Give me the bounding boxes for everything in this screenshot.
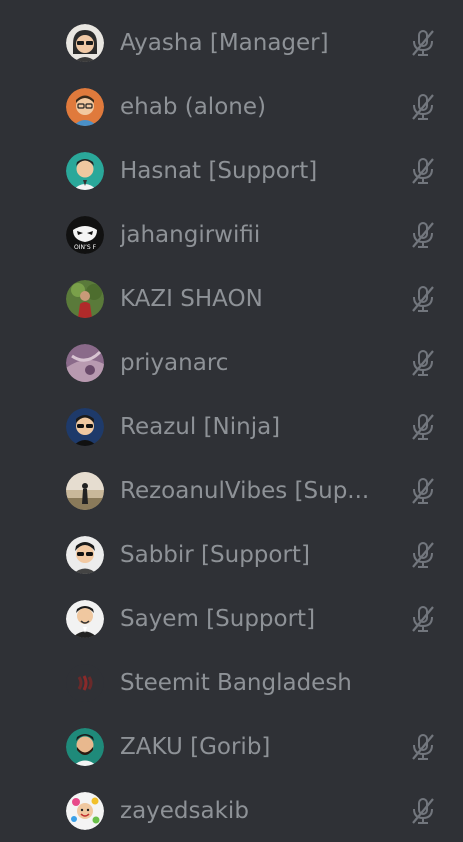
muted-mic-icon [407,283,439,315]
member-name: jahangirwifii [120,222,261,248]
voice-member-row[interactable]: Ayasha [Manager] [0,10,463,74]
voice-member-row[interactable]: RezoanulVibes [Sup... [0,458,463,522]
muted-mic-icon [407,603,439,635]
avatar [66,536,104,574]
voice-member-row[interactable]: KAZI SHAON [0,266,463,330]
voice-member-row[interactable]: OIN’S F jahangirwifii [0,202,463,266]
muted-mic-icon [407,475,439,507]
avatar [66,24,104,62]
voice-member-row[interactable]: Steemit Bangladesh [0,650,463,714]
member-name: RezoanulVibes [Sup... [120,478,370,504]
member-name: priyanarc [120,350,229,376]
member-name: Ayasha [Manager] [120,30,329,56]
muted-mic-icon [407,411,439,443]
muted-mic-icon [407,539,439,571]
member-name: zayedsakib [120,798,249,824]
avatar [66,280,104,318]
voice-member-row[interactable]: zayedsakib [0,778,463,842]
member-name: Hasnat [Support] [120,158,318,184]
voice-channel-member-list: Ayasha [Manager] ehab (alone) Hasnat [Supp… [0,10,463,842]
muted-mic-icon [407,27,439,59]
member-name: ehab (alone) [120,94,266,120]
voice-member-row[interactable]: priyanarc [0,330,463,394]
member-name: Sayem [Support] [120,606,316,632]
muted-mic-icon [407,155,439,187]
voice-member-row[interactable]: Sabbir [Support] [0,522,463,586]
voice-member-row[interactable]: Sayem [Support] [0,586,463,650]
member-name: Reazul [Ninja] [120,414,281,440]
muted-mic-icon [407,795,439,827]
muted-mic-icon [407,731,439,763]
voice-member-row[interactable]: Reazul [Ninja] [0,394,463,458]
avatar [66,792,104,830]
avatar [66,408,104,446]
muted-mic-icon [407,219,439,251]
svg-text:OIN’S F: OIN’S F [74,244,97,251]
muted-mic-icon [407,347,439,379]
member-name: ZAKU [Gorib] [120,734,271,760]
avatar [66,728,104,766]
avatar [66,600,104,638]
avatar [66,664,104,702]
avatar: OIN’S F [66,216,104,254]
member-name: KAZI SHAON [120,286,263,312]
muted-mic-icon [407,91,439,123]
avatar [66,344,104,382]
member-name: Steemit Bangladesh [120,670,352,696]
voice-member-row[interactable]: Hasnat [Support] [0,138,463,202]
voice-member-row[interactable]: ehab (alone) [0,74,463,138]
avatar [66,152,104,190]
member-name: Sabbir [Support] [120,542,310,568]
avatar [66,472,104,510]
avatar [66,88,104,126]
voice-member-row[interactable]: ZAKU [Gorib] [0,714,463,778]
